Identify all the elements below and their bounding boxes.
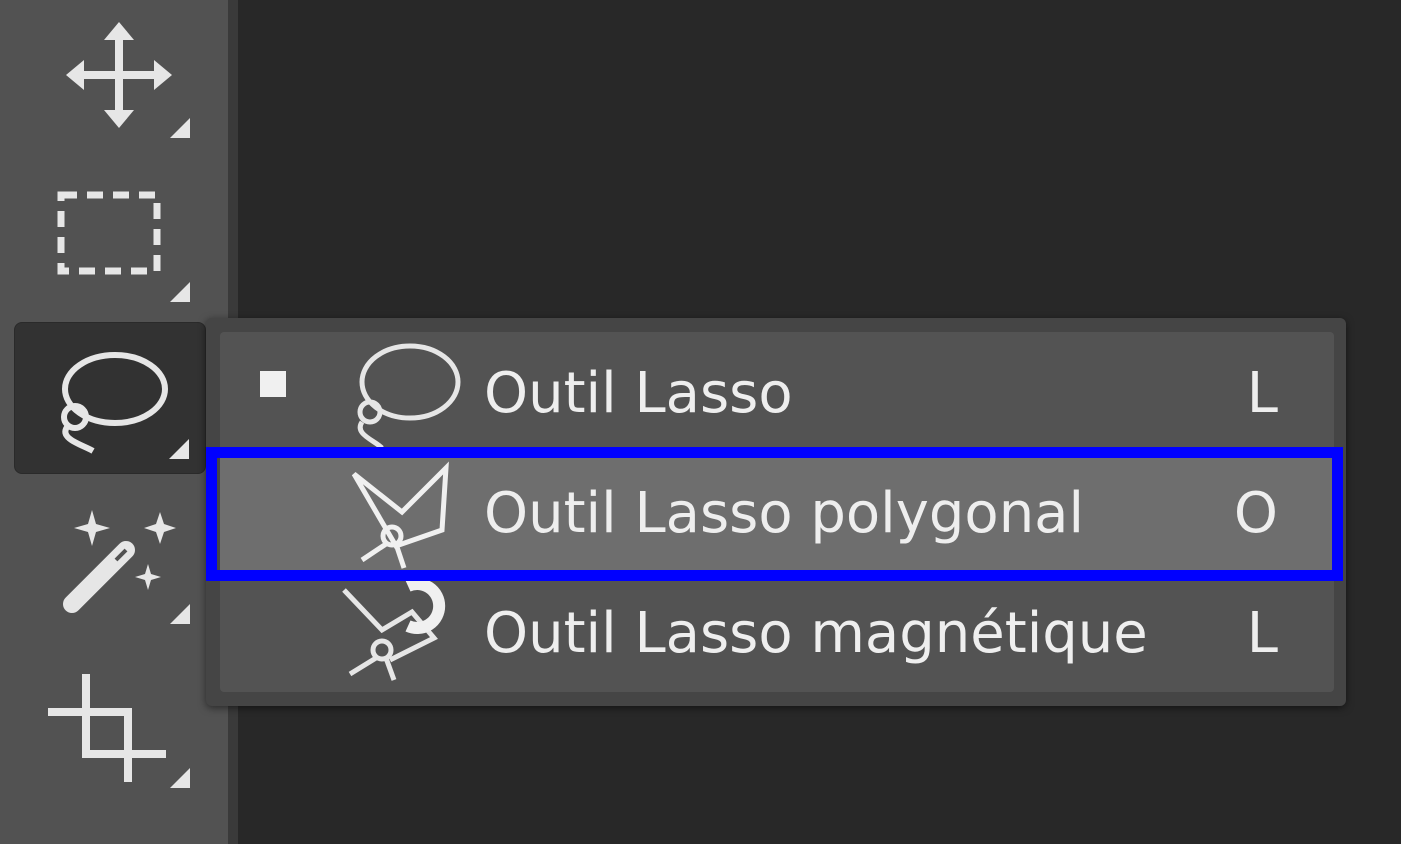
submenu-indicator-icon: [169, 439, 189, 459]
crop-tool-button[interactable]: [14, 650, 206, 802]
crop-icon: [48, 674, 166, 782]
polygonal-lasso-icon: [351, 461, 449, 569]
submenu-indicator-icon: [170, 604, 190, 624]
lasso-icon: [61, 352, 168, 454]
submenu-indicator-icon: [170, 118, 190, 138]
menu-item-shortcut: L: [1246, 361, 1278, 426]
selected-indicator-icon: [260, 371, 286, 397]
lasso-tools-flyout-menu: Outil Lasso L Outil Lasso polygonal O Ou…: [206, 318, 1346, 706]
move-arrows-icon: [66, 22, 172, 128]
menu-item-magnetic-lasso[interactable]: Outil Lasso magnétique L: [220, 572, 1334, 692]
move-tool-button[interactable]: [14, 0, 206, 152]
menu-item-label: Outil Lasso magnétique: [484, 601, 1148, 666]
menu-item-label: Outil Lasso polygonal: [484, 481, 1085, 546]
rectangular-marquee-tool-button[interactable]: [14, 164, 206, 316]
lasso-tool-button[interactable]: [14, 322, 206, 474]
menu-item-lasso[interactable]: Outil Lasso L: [220, 332, 1334, 452]
menu-item-polygonal-lasso[interactable]: Outil Lasso polygonal O: [220, 452, 1334, 572]
menu-item-shortcut: L: [1246, 601, 1278, 666]
magnetic-lasso-icon: [342, 578, 446, 681]
menu-item-shortcut: O: [1233, 481, 1278, 546]
dashed-rectangle-icon: [57, 191, 161, 275]
lasso-icon: [357, 343, 461, 450]
tools-panel: [0, 0, 228, 844]
submenu-indicator-icon: [170, 768, 190, 788]
flyout-list: Outil Lasso L Outil Lasso polygonal O Ou…: [220, 332, 1334, 692]
magic-wand-icon: [63, 510, 176, 613]
magic-wand-tool-button[interactable]: [14, 486, 206, 638]
submenu-indicator-icon: [170, 282, 190, 302]
menu-item-label: Outil Lasso: [484, 361, 793, 426]
